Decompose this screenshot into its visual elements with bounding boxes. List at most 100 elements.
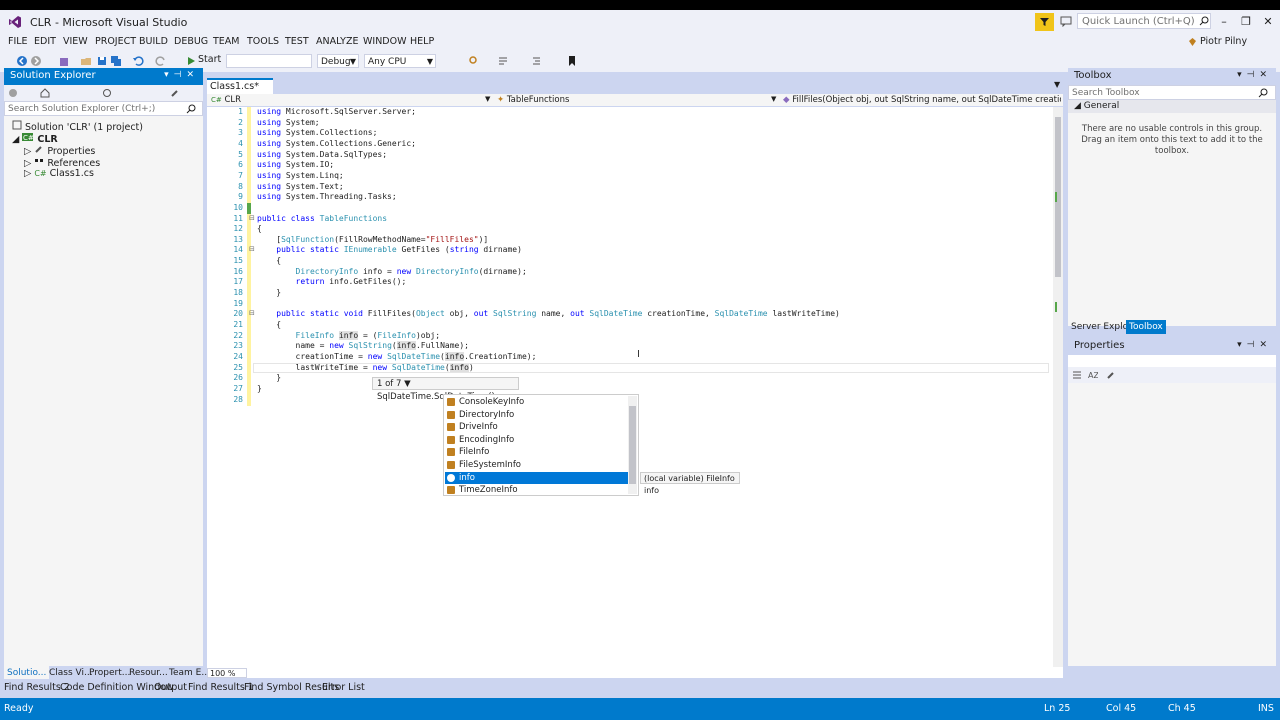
signature-help-tooltip[interactable]: 1 of 7 ▼ SqlDateTime.SqlDateTime() — [372, 377, 519, 402]
code-line[interactable]: 4 using System.Collections.Generic; — [207, 139, 1053, 150]
menu-tools[interactable]: TOOLS — [247, 36, 279, 47]
close-button[interactable]: ✕ — [1260, 14, 1276, 30]
categorized-icon[interactable] — [1072, 370, 1082, 380]
intellisense-completion-list[interactable]: ConsoleKeyInfo DirectoryInfo DriveInfo Enco… — [443, 394, 639, 496]
code-line[interactable]: 10 — [207, 203, 1053, 214]
alphabetical-icon[interactable]: AZ — [1088, 370, 1098, 380]
expand-arrow-icon[interactable]: ◢ — [12, 134, 19, 145]
editor-vertical-scrollbar[interactable] — [1053, 107, 1063, 667]
code-line[interactable]: 13 [SqlFunction(FillRowMethodName="FillF… — [207, 235, 1053, 246]
outline-collapse-icon[interactable]: ⊟ — [249, 309, 255, 317]
scrollbar-thumb[interactable] — [629, 406, 636, 484]
search-icon[interactable] — [1199, 16, 1209, 26]
search-icon[interactable] — [1258, 88, 1268, 98]
start-icon[interactable] — [185, 55, 197, 67]
tree-item-class1[interactable]: ▷ C# Class1.cs — [24, 168, 94, 179]
menu-view[interactable]: VIEW — [63, 36, 88, 47]
code-line[interactable]: 21 { — [207, 320, 1053, 331]
find-in-files-icon[interactable] — [468, 55, 480, 67]
toolbox-group-general[interactable]: ◢ General — [1068, 100, 1276, 113]
quick-launch-input[interactable]: Quick Launch (Ctrl+Q) — [1077, 13, 1211, 29]
code-editor[interactable]: C# CLR ▼ ✦ TableFunctions ▼ ◆ FillFiles(… — [207, 94, 1063, 678]
completion-item[interactable]: ConsoleKeyInfo — [445, 396, 628, 409]
code-line[interactable]: 19 — [207, 299, 1053, 310]
completion-item[interactable]: FileSystemInfo — [445, 459, 628, 472]
menu-team[interactable]: TEAM — [213, 36, 240, 47]
save-all-icon[interactable] — [110, 55, 122, 67]
code-line[interactable]: 11 public class TableFunctions — [207, 214, 1053, 225]
tab-toolbox[interactable]: Toolbox — [1126, 320, 1166, 334]
back-icon[interactable] — [16, 55, 28, 67]
properties-object-dropdown[interactable] — [1068, 355, 1276, 367]
menu-help[interactable]: HELP — [410, 36, 434, 47]
tab-solution-explorer[interactable]: Solutio... — [4, 666, 50, 680]
toolbox-search-input[interactable]: Search Toolbox — [1068, 85, 1276, 100]
panel-window-buttons[interactable]: ▾⊣✕ — [1237, 70, 1272, 80]
configuration-dropdown[interactable]: Debug ▼ — [317, 54, 359, 68]
code-line[interactable]: 6 using System.IO; — [207, 160, 1053, 171]
outline-collapse-icon[interactable]: ⊟ — [249, 214, 255, 222]
code-line[interactable]: 26 } — [207, 373, 1053, 384]
minimize-button[interactable]: – — [1216, 14, 1232, 30]
tab-resource-view[interactable]: Resour... — [126, 666, 171, 680]
comment-icon[interactable] — [497, 55, 509, 67]
code-line[interactable]: 5 using System.Data.SqlTypes; — [207, 150, 1053, 161]
user-name[interactable]: Piotr Pilny — [1200, 36, 1247, 47]
completion-item[interactable]: DirectoryInfo — [445, 409, 628, 422]
code-line[interactable]: 22 FileInfo info = (FileInfo)obj; — [207, 330, 1053, 342]
start-target-dropdown[interactable] — [226, 54, 312, 68]
wrench-icon[interactable] — [170, 88, 180, 98]
class-dropdown[interactable]: ✦ TableFunctions — [497, 94, 779, 106]
menu-build[interactable]: BUILD — [139, 36, 168, 47]
code-line[interactable]: 15 { — [207, 256, 1053, 267]
open-file-icon[interactable] — [80, 55, 92, 67]
code-line[interactable]: 8 using System.Text; — [207, 182, 1053, 193]
code-line[interactable]: 3 using System.Collections; — [207, 128, 1053, 139]
bookmark-icon[interactable] — [566, 55, 578, 67]
completion-item[interactable]: DriveInfo — [445, 421, 628, 434]
code-line[interactable]: 18 } — [207, 288, 1053, 299]
menu-window[interactable]: WINDOW — [363, 36, 407, 47]
back-icon[interactable] — [8, 88, 18, 98]
completion-item[interactable]: TimeZoneInfo — [445, 484, 628, 497]
code-line[interactable]: 24 creationTime = new SqlDateTime(info.C… — [207, 351, 1053, 363]
start-button[interactable]: Start — [198, 54, 221, 65]
new-project-icon[interactable] — [58, 55, 70, 67]
code-text-area[interactable]: 1 using Microsoft.SqlServer.Server; 2 using… — [207, 107, 1053, 667]
property-pages-icon[interactable] — [1106, 370, 1116, 380]
redo-icon[interactable] — [155, 55, 167, 67]
maximize-button[interactable]: ❐ — [1238, 14, 1254, 30]
tab-overflow-icon[interactable]: ▼ — [1054, 80, 1060, 89]
platform-dropdown[interactable]: Any CPU ▼ — [364, 54, 436, 68]
undo-icon[interactable] — [132, 55, 144, 67]
home-icon[interactable] — [40, 88, 50, 98]
search-icon[interactable] — [186, 104, 196, 114]
menu-analyze[interactable]: ANALYZE — [316, 36, 358, 47]
code-line[interactable]: 17 return info.GetFiles(); — [207, 277, 1053, 288]
panel-window-buttons[interactable]: ▾⊣✕ — [1237, 340, 1272, 350]
tab-output[interactable]: Output — [154, 682, 187, 693]
completion-scrollbar[interactable] — [628, 396, 637, 494]
code-line[interactable]: 1 using Microsoft.SqlServer.Server; — [207, 107, 1053, 118]
menu-project[interactable]: PROJECT — [95, 36, 136, 47]
code-line[interactable]: 27} — [207, 384, 1053, 395]
tab-error-list[interactable]: Error List — [322, 682, 365, 693]
solution-search-input[interactable]: Search Solution Explorer (Ctrl+;) — [4, 101, 203, 116]
refresh-icon[interactable] — [102, 88, 112, 98]
completion-item[interactable]: FileInfo — [445, 446, 628, 459]
code-line[interactable]: 14 public static IEnumerable GetFiles (s… — [207, 245, 1053, 256]
notification-flag-icon[interactable] — [1035, 13, 1054, 31]
menu-debug[interactable]: DEBUG — [174, 36, 208, 47]
code-line[interactable]: 23 name = new SqlString(info.FullName); — [207, 341, 1053, 352]
code-line[interactable]: 2 using System; — [207, 118, 1053, 129]
menu-edit[interactable]: EDIT — [34, 36, 56, 47]
member-dropdown[interactable]: ◆ FillFiles(Object obj, out SqlString na… — [783, 94, 1061, 106]
panel-window-buttons[interactable]: ▾⊣✕ — [164, 70, 199, 80]
feedback-icon[interactable] — [1060, 15, 1072, 27]
completion-item[interactable]: info — [445, 471, 628, 485]
tab-team-explorer[interactable]: Team E... — [166, 666, 213, 680]
collapse-arrow-icon[interactable]: ▷ — [24, 168, 31, 179]
zoom-level-dropdown[interactable]: 100 % — [207, 668, 247, 678]
menu-test[interactable]: TEST — [285, 36, 309, 47]
code-line[interactable]: 9 using System.Threading.Tasks; — [207, 192, 1053, 203]
